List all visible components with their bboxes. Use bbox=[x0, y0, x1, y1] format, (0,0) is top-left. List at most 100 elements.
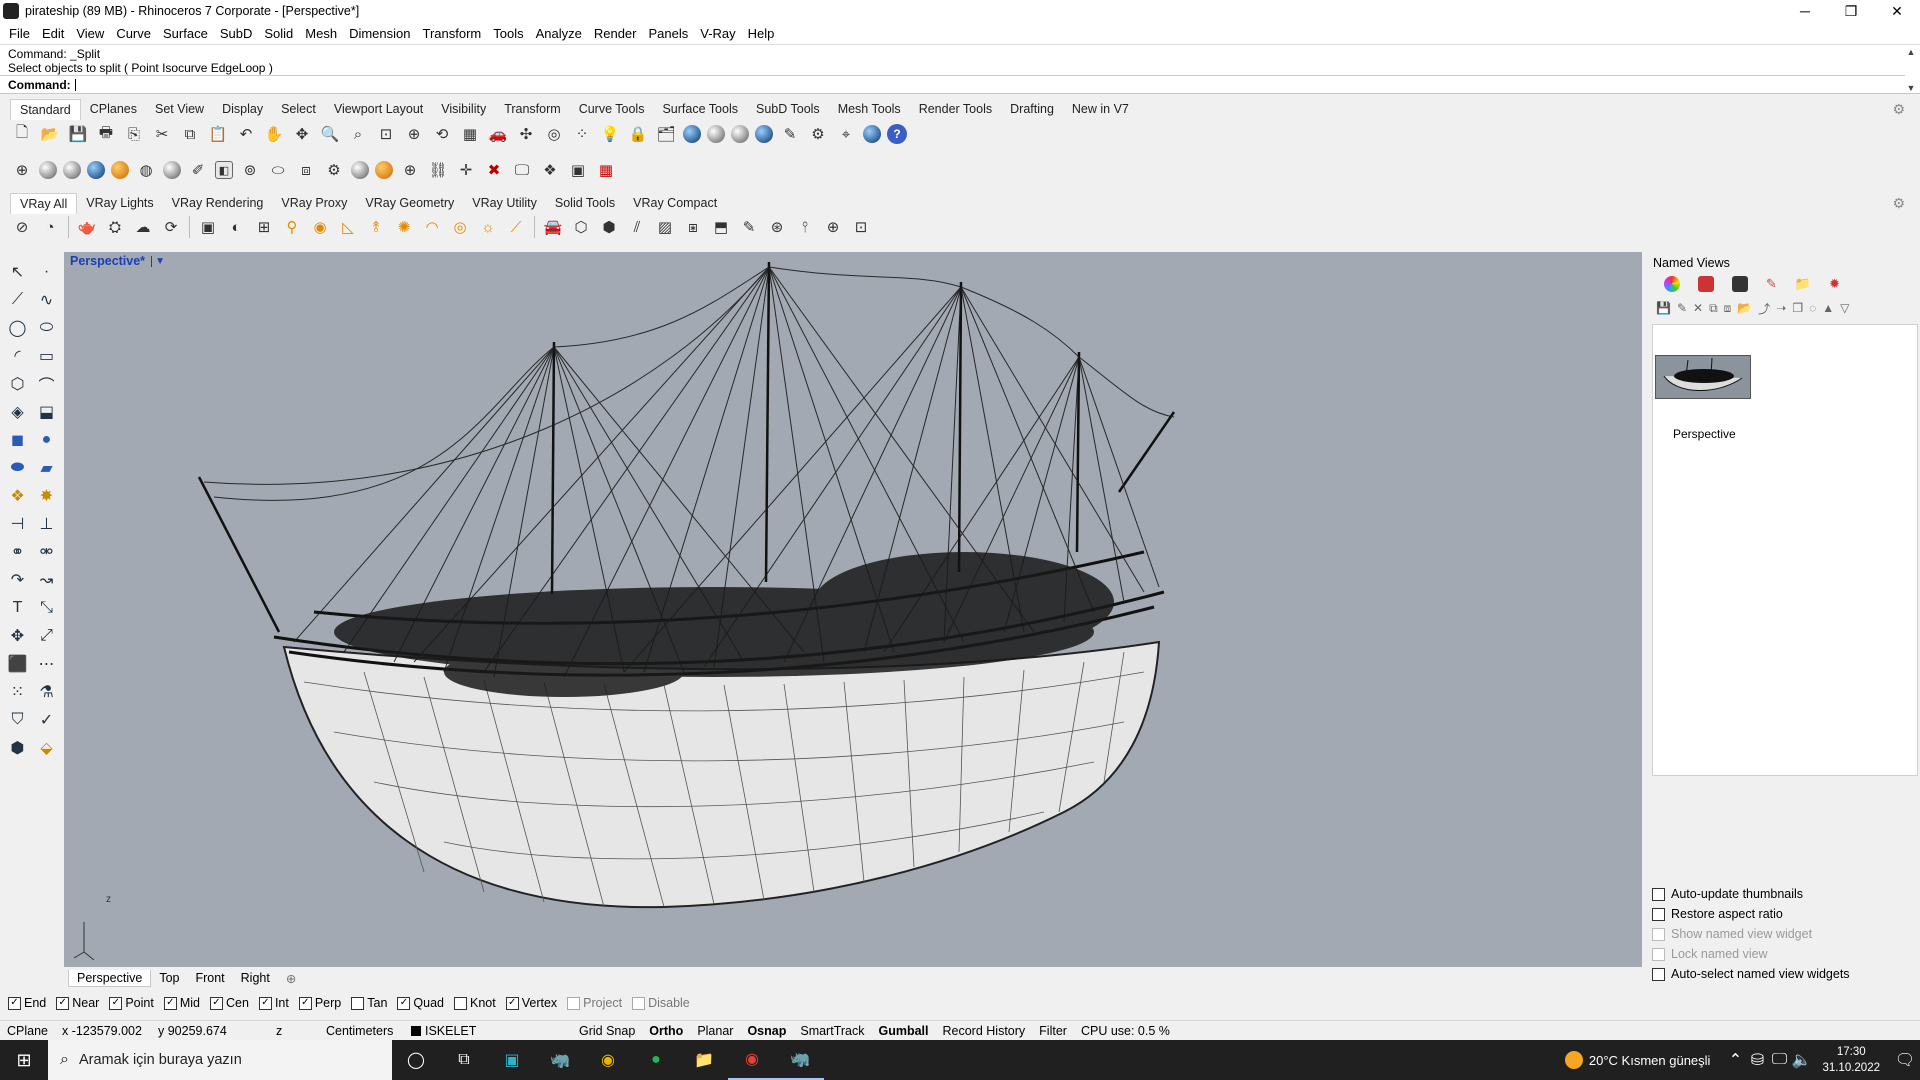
checkbox[interactable]: ✓ bbox=[258, 996, 272, 1010]
vray-spot-light-icon[interactable]: ◺ bbox=[337, 216, 359, 238]
tab-new-in-v7[interactable]: New in V7 bbox=[1063, 99, 1138, 119]
artistic-mode-icon[interactable] bbox=[163, 161, 181, 179]
light-icon[interactable]: 💡 bbox=[599, 123, 621, 145]
osnap-cen[interactable]: ✓ Cen bbox=[210, 996, 249, 1010]
shaded-sphere-icon[interactable] bbox=[707, 125, 725, 143]
vray-decal-icon[interactable]: ⬒ bbox=[710, 216, 732, 238]
checkbox[interactable] bbox=[567, 996, 581, 1010]
undo-icon[interactable]: ↶ bbox=[235, 123, 257, 145]
color-grid-icon[interactable]: ▦ bbox=[595, 159, 617, 181]
viewport-tab-top[interactable]: Top bbox=[151, 970, 187, 986]
vray-target-icon[interactable]: ⊕ bbox=[822, 216, 844, 238]
tab-vray-utility[interactable]: VRay Utility bbox=[463, 193, 546, 213]
open-file-icon[interactable]: 📂 bbox=[39, 123, 61, 145]
display-icon[interactable]: 🖵 bbox=[1768, 1040, 1790, 1080]
circle-target-icon[interactable]: ◎ bbox=[543, 123, 565, 145]
taskbar-search-box[interactable]: ⌕ Aramak için buraya yazın bbox=[48, 1040, 392, 1080]
vray-omni-light-icon[interactable]: ⚲ bbox=[281, 216, 303, 238]
ortho-toggle[interactable]: Ortho bbox=[642, 1024, 690, 1038]
menu-dimension[interactable]: Dimension bbox=[343, 26, 416, 41]
tab-surface-tools[interactable]: Surface Tools bbox=[653, 99, 747, 119]
osnap-near[interactable]: ✓ Near bbox=[56, 996, 99, 1010]
menu-solid[interactable]: Solid bbox=[258, 26, 299, 41]
checkbox[interactable]: ✓ bbox=[505, 996, 519, 1010]
pan-icon[interactable]: ✋ bbox=[263, 123, 285, 145]
menu-edit[interactable]: Edit bbox=[36, 26, 70, 41]
checkbox[interactable]: ✓ bbox=[8, 996, 21, 1010]
layers-panel-icon[interactable] bbox=[1698, 276, 1714, 292]
tab-cplanes[interactable]: CPlanes bbox=[81, 99, 146, 119]
vray-ies-light-icon[interactable]: ⥉ bbox=[365, 216, 387, 238]
array-icon[interactable]: ⁙ bbox=[4, 678, 31, 706]
command-scrollbar[interactable]: ▲ ▼ bbox=[1904, 47, 1918, 93]
save-icon[interactable]: 💾 bbox=[67, 123, 89, 145]
yellow-sphere-icon[interactable] bbox=[375, 161, 393, 179]
vray-clipper-icon[interactable]: ▨ bbox=[654, 216, 676, 238]
osnap-end[interactable]: ✓ End bbox=[8, 996, 46, 1010]
vray-settings-gear-icon[interactable]: ⚙ bbox=[1883, 192, 1914, 215]
checkbox[interactable] bbox=[1652, 887, 1665, 901]
gumball-icon[interactable]: ✣ bbox=[515, 123, 537, 145]
copy-icon[interactable]: ⧉ bbox=[179, 123, 201, 145]
polygon-icon[interactable]: ⬡ bbox=[4, 370, 31, 398]
rectangle-icon[interactable]: ▭ bbox=[33, 342, 60, 370]
vray-car-icon[interactable]: 🚘 bbox=[542, 216, 564, 238]
undo-view-icon[interactable]: ⟲ bbox=[431, 123, 453, 145]
tab-vray-geometry[interactable]: VRay Geometry bbox=[356, 193, 463, 213]
wireframe-globe-icon[interactable]: ⊕ bbox=[11, 159, 33, 181]
import-icon[interactable]: ⎘ bbox=[123, 123, 145, 145]
trim-icon[interactable]: ⊣ bbox=[4, 510, 31, 538]
osnap-tan[interactable]: Tan bbox=[351, 996, 387, 1010]
command-input[interactable]: Command: bbox=[0, 75, 1905, 93]
checkbox[interactable] bbox=[1652, 967, 1665, 981]
rotate-view-icon[interactable]: ✥ bbox=[291, 123, 313, 145]
tab-mesh-tools[interactable]: Mesh Tools bbox=[829, 99, 910, 119]
monitor-icon[interactable]: 🖵 bbox=[511, 159, 533, 181]
tab-drafting[interactable]: Drafting bbox=[1001, 99, 1063, 119]
chamfer-icon[interactable]: ↝ bbox=[33, 566, 60, 594]
rendered-sphere-icon[interactable] bbox=[731, 125, 749, 143]
cylinder-icon[interactable]: ⬬ bbox=[4, 454, 31, 482]
color-wheel-panel-icon[interactable] bbox=[1664, 276, 1680, 292]
extrude-curve-icon[interactable]: ⬓ bbox=[33, 398, 60, 426]
show-widget-icon[interactable]: ◌ bbox=[1809, 301, 1816, 315]
spotify-icon[interactable]: ● bbox=[632, 1040, 680, 1080]
vray-fur-icon[interactable]: ⫽ bbox=[626, 216, 648, 238]
gumball-toggle[interactable]: Gumball bbox=[871, 1024, 935, 1038]
rendered-mode-icon[interactable] bbox=[63, 161, 81, 179]
shaded-mode-icon[interactable] bbox=[39, 161, 57, 179]
vray-dome-light-icon[interactable]: ◠ bbox=[421, 216, 443, 238]
measure-icon[interactable]: ⚗ bbox=[33, 678, 60, 706]
menu-render[interactable]: Render bbox=[588, 26, 643, 41]
cortana-icon[interactable]: ◯ bbox=[392, 1040, 440, 1080]
vray-material-icon[interactable]: ◐ bbox=[225, 216, 247, 238]
arc-icon[interactable]: ◜ bbox=[4, 342, 31, 370]
checkbox[interactable]: ✓ bbox=[210, 996, 223, 1010]
save-view-icon[interactable]: 💾 bbox=[1656, 301, 1671, 315]
osnap-knot[interactable]: Knot bbox=[454, 996, 496, 1010]
wheel-icon[interactable]: ⚙ bbox=[323, 159, 345, 181]
chevron-up-icon[interactable]: ⌃ bbox=[1724, 1040, 1746, 1080]
chrome-icon[interactable]: ◉ bbox=[584, 1040, 632, 1080]
checkbox[interactable] bbox=[1652, 907, 1665, 921]
minimize-button[interactable]: ─ bbox=[1782, 0, 1828, 22]
checkbox[interactable]: ✓ bbox=[397, 996, 411, 1010]
render-tool-icon[interactable]: ⬢ bbox=[4, 734, 31, 762]
vray-light-lister-icon[interactable]: ⟋ bbox=[505, 216, 527, 238]
current-layer[interactable]: ISKELET bbox=[404, 1024, 572, 1038]
vray-asset-editor-icon[interactable]: ⊘ bbox=[11, 216, 33, 238]
polyline-icon[interactable]: ⟋ bbox=[4, 286, 31, 314]
osnap-point[interactable]: ✓ Point bbox=[109, 996, 154, 1010]
smarttrack-toggle[interactable]: SmartTrack bbox=[793, 1024, 871, 1038]
point-icon[interactable]: · bbox=[33, 258, 60, 286]
osnap-quad[interactable]: ✓ Quad bbox=[397, 996, 444, 1010]
toolbar-settings-gear-icon[interactable]: ⚙ bbox=[1883, 98, 1914, 121]
scroll-up-icon[interactable]: ▲ bbox=[1907, 47, 1916, 57]
menu-surface[interactable]: Surface bbox=[157, 26, 214, 41]
vray-mesh-light-icon[interactable]: ◎ bbox=[449, 216, 471, 238]
option-restore-aspect-ratio[interactable]: Restore aspect ratio bbox=[1652, 904, 1918, 924]
zoom-extents-icon[interactable]: ⊡ bbox=[375, 123, 397, 145]
pen-mode-icon[interactable]: ✐ bbox=[187, 159, 209, 181]
viewport-tab-perspective[interactable]: Perspective bbox=[68, 969, 152, 987]
tab-display[interactable]: Display bbox=[213, 99, 272, 119]
